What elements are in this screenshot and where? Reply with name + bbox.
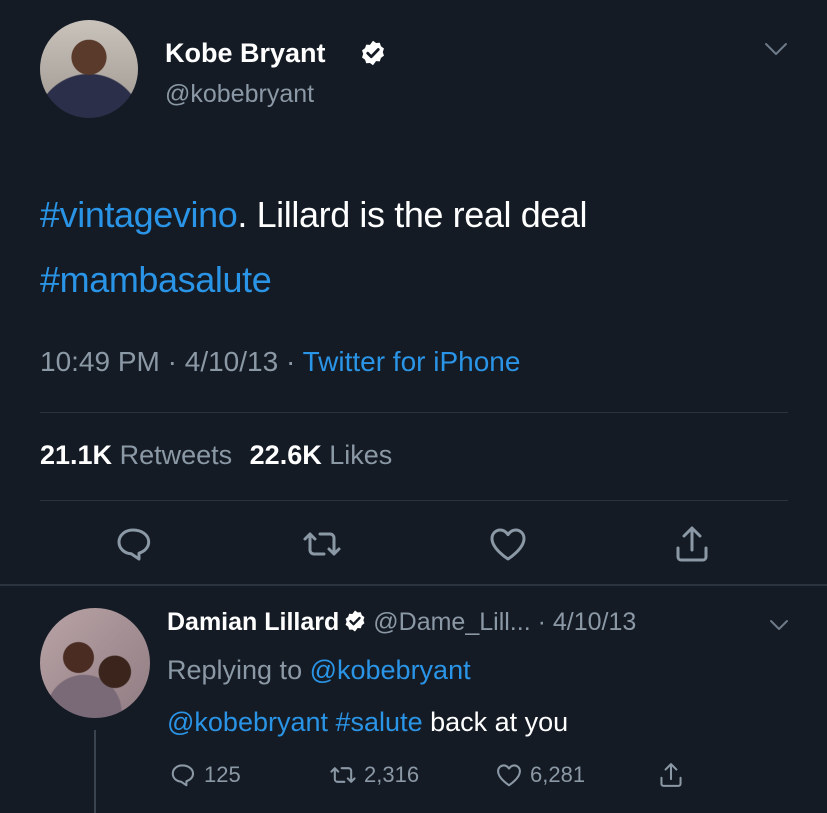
replying-to-link[interactable]: @kobebryant	[310, 655, 471, 685]
divider	[40, 500, 788, 501]
reply-body: @kobebryant #salute back at you	[167, 707, 568, 738]
divider	[0, 584, 827, 586]
retweets-count[interactable]: 21.1K	[40, 440, 112, 470]
reply-header: Damian Lillard @Dame_Lill... · 4/10/13	[167, 608, 637, 636]
tweet-date: 4/10/13	[184, 346, 279, 377]
reply-author-handle[interactable]: @Dame_Lill...	[373, 608, 530, 636]
reply-author-name[interactable]: Damian Lillard	[167, 608, 339, 636]
tweet-text: . Lillard is the real deal	[237, 194, 588, 235]
retweet-count: 2,316	[364, 762, 420, 787]
mention-link[interactable]: @kobebryant	[167, 707, 328, 737]
reply-reply-button[interactable]: 125	[168, 760, 241, 790]
retweet-icon	[330, 767, 356, 783]
hashtag-link[interactable]: #salute	[336, 707, 423, 737]
reply-date: 4/10/13	[552, 608, 637, 636]
hashtag-link[interactable]: #mambasalute	[40, 259, 272, 300]
reply-share-button[interactable]	[656, 760, 686, 790]
heart-icon	[497, 764, 521, 787]
retweets-label[interactable]: Retweets	[120, 440, 233, 470]
share-icon[interactable]	[670, 522, 714, 566]
heart-icon[interactable]	[486, 522, 530, 566]
author-handle[interactable]: @kobebryant	[165, 80, 314, 109]
chevron-down-icon[interactable]	[768, 618, 790, 633]
tweet-stats: 21.1K Retweets 22.6K Likes	[40, 440, 392, 471]
reply-like-button[interactable]: 6,281	[494, 760, 585, 790]
share-icon	[660, 763, 682, 787]
replying-to: Replying to @kobebryant	[167, 655, 471, 685]
reply-bubble-icon	[171, 764, 195, 787]
reply-author-avatar[interactable]	[40, 608, 150, 718]
hashtag-link[interactable]: #vintagevino	[40, 194, 238, 235]
reply-text: back at you	[422, 707, 569, 737]
reply-bubble-icon[interactable]	[112, 522, 156, 566]
like-count: 6,281	[530, 762, 586, 787]
likes-label[interactable]: Likes	[329, 440, 392, 470]
author-avatar[interactable]	[40, 20, 138, 118]
reply-retweet-button[interactable]: 2,316	[328, 760, 419, 790]
retweet-icon[interactable]	[300, 522, 344, 566]
likes-count[interactable]: 22.6K	[250, 440, 322, 470]
reply-count: 125	[204, 762, 241, 787]
tweet-body: #vintagevino. Lillard is the real deal #…	[40, 182, 800, 312]
author-name[interactable]: Kobe Bryant	[165, 38, 326, 69]
divider	[40, 412, 788, 413]
tweet-meta: 10:49 PM · 4/10/13 · Twitter for iPhone	[40, 346, 521, 377]
tweet-time: 10:49 PM	[40, 346, 160, 377]
verified-badge-icon	[362, 40, 384, 66]
chevron-down-icon[interactable]	[763, 40, 789, 58]
thread-line	[94, 730, 96, 813]
verified-badge-icon	[345, 610, 365, 632]
tweet-source-link[interactable]: Twitter for iPhone	[303, 346, 521, 377]
